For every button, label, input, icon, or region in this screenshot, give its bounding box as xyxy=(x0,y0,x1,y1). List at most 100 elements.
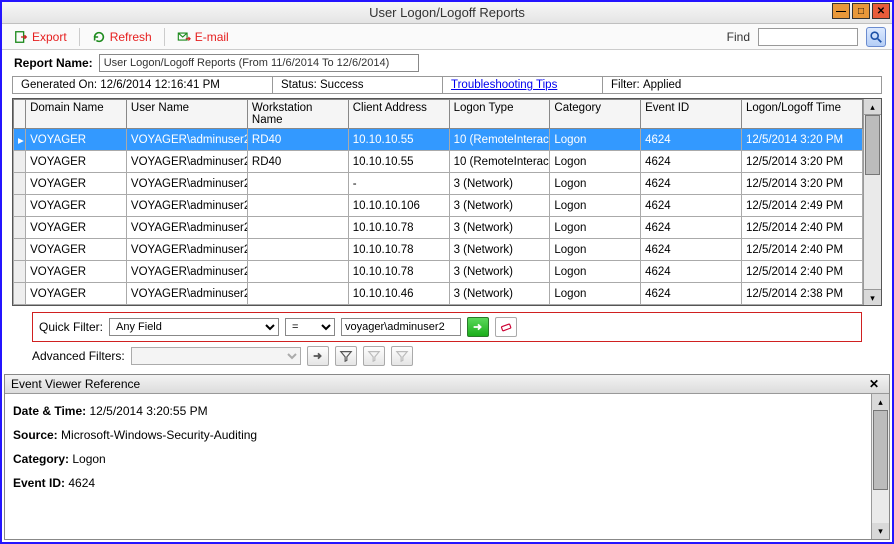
cell-ltype: 3 (Network) xyxy=(449,239,550,261)
cell-domain: VOYAGER xyxy=(26,173,127,195)
cell-client: 10.10.10.46 xyxy=(348,283,449,305)
scroll-down-icon[interactable]: ▾ xyxy=(872,523,889,539)
row-header[interactable] xyxy=(14,239,26,261)
event-viewer-close-button[interactable]: ✕ xyxy=(865,377,883,391)
quick-filter-box: Quick Filter: Any Field = xyxy=(32,312,862,342)
evt-source-label: Source: xyxy=(13,428,58,442)
row-header[interactable] xyxy=(14,283,26,305)
quick-filter-value[interactable] xyxy=(341,318,461,336)
cell-domain: VOYAGER xyxy=(26,195,127,217)
row-header[interactable] xyxy=(14,217,26,239)
filter-funnel-disabled-1 xyxy=(363,346,385,366)
minimize-button[interactable]: — xyxy=(832,3,850,19)
refresh-button[interactable]: Refresh xyxy=(86,28,158,46)
troubleshooting-link[interactable]: Troubleshooting Tips xyxy=(451,79,557,91)
cell-user: VOYAGER\adminuser2 xyxy=(126,129,247,151)
advanced-filter-select[interactable] xyxy=(131,347,301,365)
report-table[interactable]: Domain Name User Name Workstation Name C… xyxy=(13,99,863,305)
event-viewer-body: Date & Time: 12/5/2014 3:20:55 PM Source… xyxy=(5,394,889,539)
cell-client: 10.10.10.55 xyxy=(348,151,449,173)
col-logontype[interactable]: Logon Type xyxy=(449,100,550,129)
row-header[interactable]: ▸ xyxy=(14,129,26,151)
funnel-icon xyxy=(367,349,381,363)
cell-ws xyxy=(247,283,348,305)
find-button[interactable] xyxy=(866,27,886,47)
cell-domain: VOYAGER xyxy=(26,217,127,239)
tips-cell: Troubleshooting Tips xyxy=(443,77,603,93)
quick-filter-field[interactable]: Any Field xyxy=(109,318,279,336)
cell-time: 12/5/2014 3:20 PM xyxy=(741,151,862,173)
col-eventid[interactable]: Event ID xyxy=(641,100,742,129)
email-button[interactable]: E-mail xyxy=(171,28,235,46)
cell-cat: Logon xyxy=(550,195,641,217)
table-vscrollbar[interactable]: ▴ ▾ xyxy=(863,99,881,305)
cell-ltype: 3 (Network) xyxy=(449,195,550,217)
cell-eid: 4624 xyxy=(641,195,742,217)
col-workstation[interactable]: Workstation Name xyxy=(247,100,348,129)
cell-cat: Logon xyxy=(550,129,641,151)
row-header[interactable] xyxy=(14,151,26,173)
table-row[interactable]: VOYAGERVOYAGER\adminuser210.10.10.463 (N… xyxy=(14,283,863,305)
cell-domain: VOYAGER xyxy=(26,151,127,173)
cell-cat: Logon xyxy=(550,217,641,239)
filter-funnel-disabled-2 xyxy=(391,346,413,366)
advanced-filter-row: Advanced Filters: xyxy=(32,346,862,366)
row-header[interactable] xyxy=(14,195,26,217)
event-viewer-header: Event Viewer Reference ✕ xyxy=(5,375,889,394)
window-buttons: — □ ✕ xyxy=(832,3,890,19)
filter-funnel-button[interactable] xyxy=(335,346,357,366)
status-label: Status: xyxy=(281,79,317,91)
event-vscrollbar[interactable]: ▴ ▾ xyxy=(871,394,889,539)
filter-cell: Filter: Applied xyxy=(603,77,881,93)
advanced-filter-apply-button[interactable] xyxy=(307,346,329,366)
cell-cat: Logon xyxy=(550,283,641,305)
evt-category-label: Category: xyxy=(13,452,69,466)
eraser-icon xyxy=(499,320,513,334)
search-icon xyxy=(869,30,883,44)
cell-user: VOYAGER\adminuser2 xyxy=(126,151,247,173)
report-name-input[interactable] xyxy=(99,54,419,72)
toolbar-separator xyxy=(164,28,165,46)
cell-user: VOYAGER\adminuser2 xyxy=(126,173,247,195)
table-row[interactable]: VOYAGERVOYAGER\adminuser210.10.10.783 (N… xyxy=(14,261,863,283)
titlebar: User Logon/Logoff Reports — □ ✕ xyxy=(2,2,892,24)
quick-filter-clear-button[interactable] xyxy=(495,317,517,337)
toolbar: Export Refresh E-mail Find xyxy=(2,24,892,50)
row-header[interactable] xyxy=(14,173,26,195)
funnel-icon xyxy=(339,349,353,363)
generated-value: 12/6/2014 12:16:41 PM xyxy=(100,79,220,91)
quick-filter-apply-button[interactable] xyxy=(467,317,489,337)
quick-filter-op[interactable]: = xyxy=(285,318,335,336)
col-time[interactable]: Logon/Logoff Time xyxy=(741,100,862,129)
table-row[interactable]: VOYAGERVOYAGER\adminuser210.10.10.783 (N… xyxy=(14,217,863,239)
col-username[interactable]: User Name xyxy=(126,100,247,129)
scroll-down-icon[interactable]: ▾ xyxy=(864,289,881,305)
row-header-corner xyxy=(14,100,26,129)
status-cell: Status: Success xyxy=(273,77,443,93)
scroll-thumb[interactable] xyxy=(873,410,888,490)
scroll-up-icon[interactable]: ▴ xyxy=(864,99,881,115)
refresh-label: Refresh xyxy=(110,30,152,44)
row-header[interactable] xyxy=(14,261,26,283)
scroll-thumb[interactable] xyxy=(865,115,880,175)
col-client[interactable]: Client Address xyxy=(348,100,449,129)
find-input[interactable] xyxy=(758,28,858,46)
cell-client: - xyxy=(348,173,449,195)
table-row[interactable]: ▸VOYAGERVOYAGER\adminuser2RD4010.10.10.5… xyxy=(14,129,863,151)
maximize-button[interactable]: □ xyxy=(852,3,870,19)
col-domain[interactable]: Domain Name xyxy=(26,100,127,129)
table-row[interactable]: VOYAGERVOYAGER\adminuser210.10.10.1063 (… xyxy=(14,195,863,217)
table-row[interactable]: VOYAGERVOYAGER\adminuser2-3 (Network)Log… xyxy=(14,173,863,195)
export-button[interactable]: Export xyxy=(8,28,73,46)
col-category[interactable]: Category xyxy=(550,100,641,129)
status-value: Success xyxy=(320,79,363,91)
table-row[interactable]: VOYAGERVOYAGER\adminuser2RD4010.10.10.55… xyxy=(14,151,863,173)
cell-ltype: 10 (RemoteInteractive) xyxy=(449,129,550,151)
close-button[interactable]: ✕ xyxy=(872,3,890,19)
scroll-up-icon[interactable]: ▴ xyxy=(872,394,889,410)
cell-ws xyxy=(247,239,348,261)
cell-domain: VOYAGER xyxy=(26,129,127,151)
cell-domain: VOYAGER xyxy=(26,261,127,283)
table-row[interactable]: VOYAGERVOYAGER\adminuser210.10.10.783 (N… xyxy=(14,239,863,261)
cell-ws xyxy=(247,217,348,239)
